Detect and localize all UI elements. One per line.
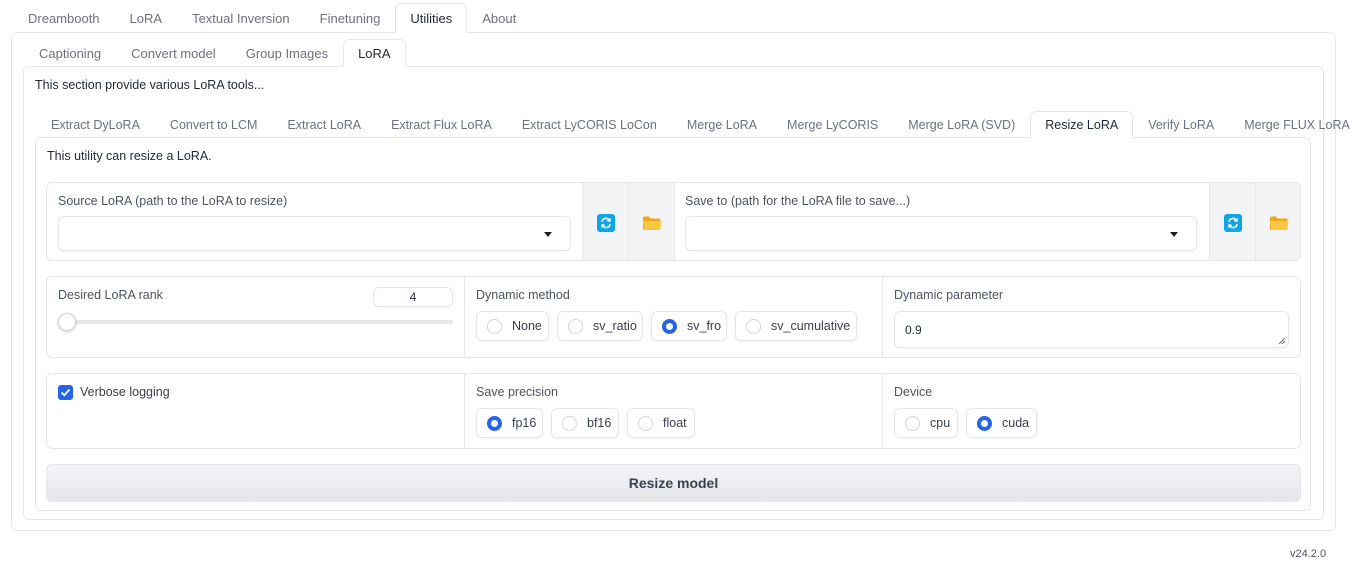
tab-merge-lora[interactable]: Merge LoRA <box>672 111 772 138</box>
row1-divider-a <box>464 277 465 357</box>
rank-value: 4 <box>409 290 417 304</box>
tab-lora[interactable]: LoRA <box>115 3 178 33</box>
top-tabbar: Dreambooth LoRA Textual Inversion Finetu… <box>13 3 531 33</box>
precision-option-bf16[interactable]: bf16 <box>551 408 619 438</box>
save-precision-label: Save precision <box>476 385 558 399</box>
source-refresh-button[interactable] <box>582 183 628 260</box>
source-lora-label: Source LoRA (path to the LoRA to resize) <box>58 194 288 208</box>
lora-tools-tabbar: Extract DyLoRA Convert to LCM Extract Lo… <box>36 111 1350 138</box>
radio-dot <box>562 415 577 431</box>
radio-dot <box>638 415 653 431</box>
precision-option-label: fp16 <box>512 416 537 430</box>
radio-dot <box>568 318 583 334</box>
tab-convert-to-lcm[interactable]: Convert to LCM <box>155 111 273 138</box>
precision-option-fp16[interactable]: fp16 <box>476 408 543 438</box>
rank-label: Desired LoRA rank <box>58 288 163 302</box>
save-to-dropdown[interactable] <box>685 216 1197 251</box>
tab-extract-flux-lora[interactable]: Extract Flux LoRA <box>376 111 507 138</box>
method-option-sv-ratio[interactable]: sv_ratio <box>557 311 643 341</box>
check-icon <box>60 388 71 397</box>
utility-tabbar: Captioning Convert model Group Images Lo… <box>24 39 406 67</box>
chevron-down-icon <box>1170 232 1178 237</box>
tab-extract-lora[interactable]: Extract LoRA <box>272 111 376 138</box>
tab-verify-lora[interactable]: Verify LoRA <box>1133 111 1229 138</box>
rank-number-input[interactable]: 4 <box>373 287 453 307</box>
save-to-label: Save to (path for the LoRA file to save.… <box>685 194 911 208</box>
tab-utilities[interactable]: Utilities <box>395 3 468 33</box>
method-option-label: None <box>512 319 542 333</box>
version-label: v24.2.0 <box>1290 548 1327 560</box>
tab-finetuning[interactable]: Finetuning <box>305 3 396 33</box>
source-lora-dropdown[interactable] <box>58 216 571 251</box>
tab-merge-lora-svd[interactable]: Merge LoRA (SVD) <box>893 111 1030 138</box>
tab-about[interactable]: About <box>467 3 531 33</box>
row2-divider-b <box>882 374 883 448</box>
radio-dot <box>905 415 920 431</box>
save-folder-button[interactable] <box>1255 183 1300 260</box>
method-option-sv-cumulative[interactable]: sv_cumulative <box>735 311 857 341</box>
method-option-none[interactable]: None <box>476 311 549 341</box>
rank-slider-track[interactable] <box>58 320 453 324</box>
method-option-sv-fro[interactable]: sv_fro <box>651 311 727 341</box>
save-refresh-button[interactable] <box>1209 183 1255 260</box>
refresh-icon <box>596 213 615 232</box>
radio-dot <box>487 415 502 431</box>
dynamic-parameter-value: 0.9 <box>905 323 922 337</box>
device-label: Device <box>894 385 933 399</box>
folder-icon <box>642 216 661 230</box>
method-option-label: sv_cumulative <box>771 319 851 333</box>
source-folder-button[interactable] <box>628 183 674 260</box>
tab-textual-inversion[interactable]: Textual Inversion <box>177 3 305 33</box>
device-option-cpu[interactable]: cpu <box>894 408 958 438</box>
device-option-label: cuda <box>1002 416 1030 430</box>
rank-slider-thumb[interactable] <box>58 313 76 331</box>
method-option-label: sv_fro <box>687 319 722 333</box>
radio-dot <box>662 318 677 334</box>
dynamic-method-label: Dynamic method <box>476 288 570 302</box>
resize-handle-icon[interactable] <box>1278 337 1286 345</box>
folder-icon <box>1270 216 1289 230</box>
device-option-label: cpu <box>930 416 951 430</box>
tab-captioning[interactable]: Captioning <box>24 39 116 67</box>
tab-extract-dylora[interactable]: Extract DyLoRA <box>36 111 155 138</box>
precision-option-float[interactable]: float <box>627 408 695 438</box>
verbose-label[interactable]: Verbose logging <box>80 385 170 399</box>
tab-group-images[interactable]: Group Images <box>231 39 343 67</box>
precision-option-label: bf16 <box>587 416 612 430</box>
row2-divider-a <box>464 374 465 448</box>
precision-option-label: float <box>663 416 687 430</box>
tab-merge-flux-lora[interactable]: Merge FLUX LoRA <box>1229 111 1350 138</box>
tab-extract-lycoris-locon[interactable]: Extract LyCORIS LoCon <box>507 111 672 138</box>
radio-dot <box>746 318 761 334</box>
tab-convert-model[interactable]: Convert model <box>116 39 231 67</box>
radio-dot <box>977 415 992 431</box>
row1-divider-b <box>882 277 883 357</box>
tab-utility-lora[interactable]: LoRA <box>343 39 406 67</box>
tab-resize-lora[interactable]: Resize LoRA <box>1030 111 1134 138</box>
path-divider <box>674 183 675 260</box>
device-option-cuda[interactable]: cuda <box>966 408 1037 438</box>
section-description: This section provide various LoRA tools.… <box>35 78 265 92</box>
tab-merge-lycoris[interactable]: Merge LyCORIS <box>772 111 893 138</box>
dynamic-parameter-label: Dynamic parameter <box>894 288 1004 302</box>
resize-model-label: Resize model <box>628 475 719 491</box>
dynamic-parameter-input[interactable]: 0.9 <box>894 311 1289 348</box>
resize-model-button[interactable]: Resize model <box>46 464 1301 502</box>
refresh-icon <box>1223 213 1242 232</box>
chevron-down-icon <box>544 232 552 237</box>
verbose-checkbox[interactable] <box>58 385 73 400</box>
method-option-label: sv_ratio <box>593 319 637 333</box>
utility-description: This utility can resize a LoRA. <box>47 149 212 163</box>
tab-dreambooth[interactable]: Dreambooth <box>13 3 115 33</box>
radio-dot <box>487 318 502 334</box>
